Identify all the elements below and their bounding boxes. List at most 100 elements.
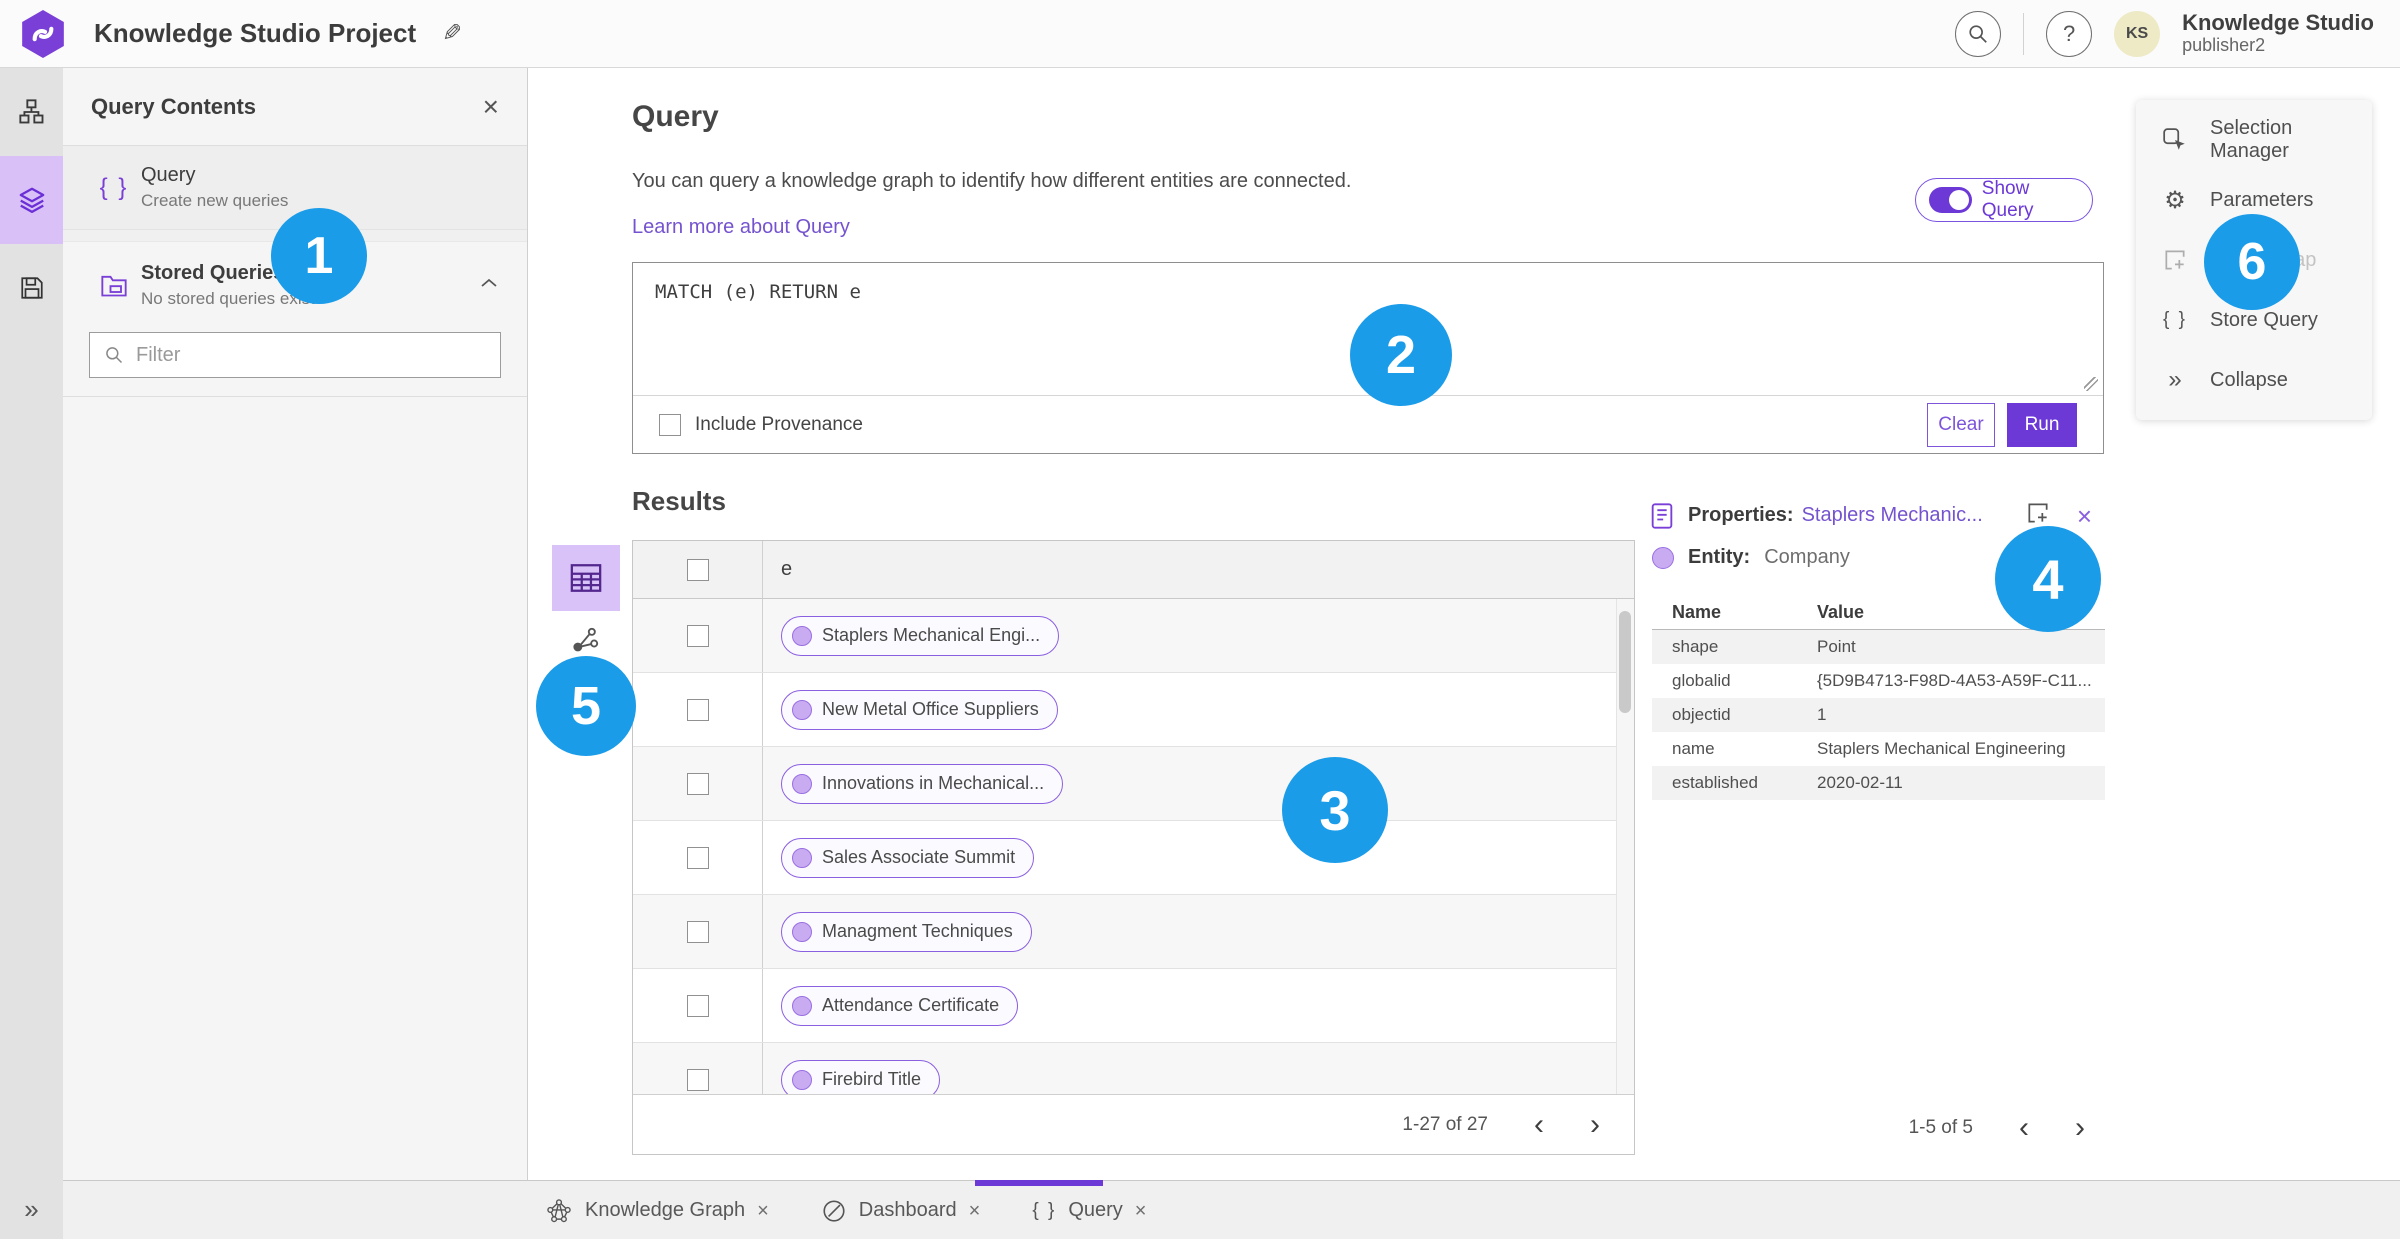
row-checkbox[interactable] [686, 994, 709, 1017]
show-query-toggle[interactable]: Show Query [1915, 178, 2093, 222]
entity-pill[interactable]: Managment Techniques [781, 911, 1032, 952]
results-title: Results [632, 486, 726, 516]
table-view-button[interactable] [552, 545, 620, 611]
results-table: e Staplers Mechanical Engi... New Metal … [632, 540, 1635, 1155]
row-checkbox[interactable] [686, 698, 709, 721]
rail-item-schema[interactable] [0, 68, 63, 156]
tab-dashboard[interactable]: Dashboard × [821, 1196, 981, 1225]
collapse-section-button[interactable] [479, 276, 499, 294]
panel-divider [63, 396, 527, 397]
dashboard-gauge-icon [823, 1199, 845, 1222]
knowledge-studio-app: Knowledge Studio Project ✎ ? KS Knowledg… [0, 0, 2400, 1239]
close-tab-icon[interactable]: × [1135, 1201, 1147, 1221]
resize-handle[interactable] [2084, 377, 2098, 391]
entity-label: Entity: [1688, 546, 1751, 568]
entity-pill[interactable]: New Metal Office Suppliers [781, 689, 1058, 730]
table-icon [570, 564, 602, 592]
entity-dot-icon [792, 625, 812, 646]
tab-query[interactable]: { } Query × [1032, 1196, 1146, 1225]
prev-page-button[interactable]: ‹ [2019, 1113, 2029, 1143]
knowledge-graph-icon [547, 1198, 571, 1222]
row-checkbox[interactable] [686, 846, 709, 869]
link-chart-icon [573, 627, 599, 652]
filter-field[interactable] [89, 332, 501, 378]
collapse-icon: » [2168, 366, 2182, 393]
row-checkbox[interactable] [686, 772, 709, 795]
entity-dot-icon [792, 1069, 812, 1090]
callout-3: 3 [1282, 757, 1388, 863]
query-item-title: Query [141, 164, 196, 186]
topbar-divider [2023, 12, 2025, 55]
results-table-header: e [633, 541, 1634, 599]
properties-page-range: 1-5 of 5 [1908, 1117, 1973, 1138]
search-icon [106, 347, 123, 364]
select-all-checkbox[interactable] [686, 558, 709, 581]
edit-title-icon[interactable]: ✎ [442, 19, 462, 48]
help-button[interactable]: ? [2046, 10, 2093, 57]
entity-pill[interactable]: Sales Associate Summit [781, 837, 1035, 878]
row-checkbox[interactable] [686, 1068, 709, 1091]
entity-dot-icon [792, 773, 812, 794]
query-description: You can query a knowledge graph to ident… [632, 170, 1352, 192]
row-checkbox[interactable] [686, 624, 709, 647]
scrollbar-thumb[interactable] [1619, 611, 1631, 713]
query-item-subtitle: Create new queries [141, 191, 289, 210]
property-row: name Staplers Mechanical Engineering [1672, 739, 2066, 758]
user-name: Knowledge Studio [2182, 9, 2374, 35]
entity-pill[interactable]: Innovations in Mechanical... [781, 763, 1064, 804]
entity-pill[interactable]: Firebird Title [781, 1059, 941, 1094]
include-provenance-checkbox[interactable] [659, 413, 681, 436]
table-row[interactable]: New Metal Office Suppliers [633, 673, 1616, 747]
table-row[interactable]: Sales Associate Summit [633, 821, 1616, 895]
callout-5: 5 [536, 656, 636, 756]
table-row[interactable]: Firebird Title [633, 1043, 1616, 1094]
braces-icon: { } [99, 173, 129, 201]
rail-item-save[interactable] [0, 244, 63, 332]
run-button[interactable]: Run [2007, 402, 2077, 447]
table-row[interactable]: Attendance Certificate [633, 969, 1616, 1043]
table-row[interactable]: Innovations in Mechanical... [633, 747, 1616, 821]
menu-item-collapse[interactable]: » Collapse [2136, 350, 2372, 410]
search-button[interactable] [1955, 10, 2002, 57]
property-row: globalid {5D9B4713-F98D-4A53-A59F-C11... [1672, 671, 2092, 690]
table-row[interactable]: Staplers Mechanical Engi... [633, 599, 1616, 673]
tab-knowledge-graph[interactable]: Knowledge Graph × [545, 1196, 769, 1225]
properties-label: Properties: [1688, 504, 1794, 526]
entity-dot-icon [792, 699, 812, 720]
callout-6: 6 [2204, 214, 2300, 310]
toggle-switch-on [1929, 187, 1972, 213]
user-info[interactable]: Knowledge Studio publisher2 [2182, 9, 2374, 56]
next-page-button[interactable]: › [1590, 1109, 1600, 1140]
link-chart-view-button[interactable] [562, 620, 610, 660]
row-checkbox[interactable] [686, 920, 709, 943]
clear-button[interactable]: Clear [1927, 402, 1995, 447]
property-row: objectid 1 [1652, 698, 2105, 732]
entity-dot-icon [1652, 546, 1674, 569]
close-panel-icon[interactable]: × [483, 92, 499, 121]
entity-dot-icon [792, 995, 812, 1016]
braces-icon: { } [2163, 309, 2187, 330]
rail-item-contents[interactable] [0, 156, 63, 244]
user-role: publisher2 [2182, 35, 2266, 56]
prev-page-button[interactable]: ‹ [1534, 1109, 1544, 1140]
close-tab-icon[interactable]: × [969, 1201, 981, 1221]
left-rail: » [0, 68, 63, 1239]
braces-icon: { } [1032, 1199, 1057, 1221]
table-scrollbar[interactable] [1616, 599, 1634, 1094]
table-row[interactable]: Managment Techniques [633, 895, 1616, 969]
close-tab-icon[interactable]: × [757, 1201, 769, 1221]
next-page-button[interactable]: › [2075, 1113, 2085, 1143]
results-page-range: 1-27 of 27 [1402, 1113, 1488, 1135]
selection-manager-icon [2163, 128, 2185, 150]
properties-entity-link[interactable]: Staplers Mechanic... [1802, 504, 1983, 527]
user-avatar[interactable]: KS [2114, 10, 2161, 57]
query-code-input[interactable]: MATCH (e) RETURN e [655, 281, 861, 303]
close-properties-icon[interactable]: × [2077, 503, 2092, 529]
filter-input[interactable] [136, 343, 486, 367]
learn-more-link[interactable]: Learn more about Query [632, 216, 850, 239]
page-title: Query [632, 100, 719, 133]
menu-item-selection-manager[interactable]: Selection Manager [2136, 110, 2372, 170]
entity-pill[interactable]: Staplers Mechanical Engi... [781, 615, 1060, 656]
entity-pill[interactable]: Attendance Certificate [781, 985, 1019, 1026]
expand-rail-button[interactable]: » [0, 1194, 63, 1225]
